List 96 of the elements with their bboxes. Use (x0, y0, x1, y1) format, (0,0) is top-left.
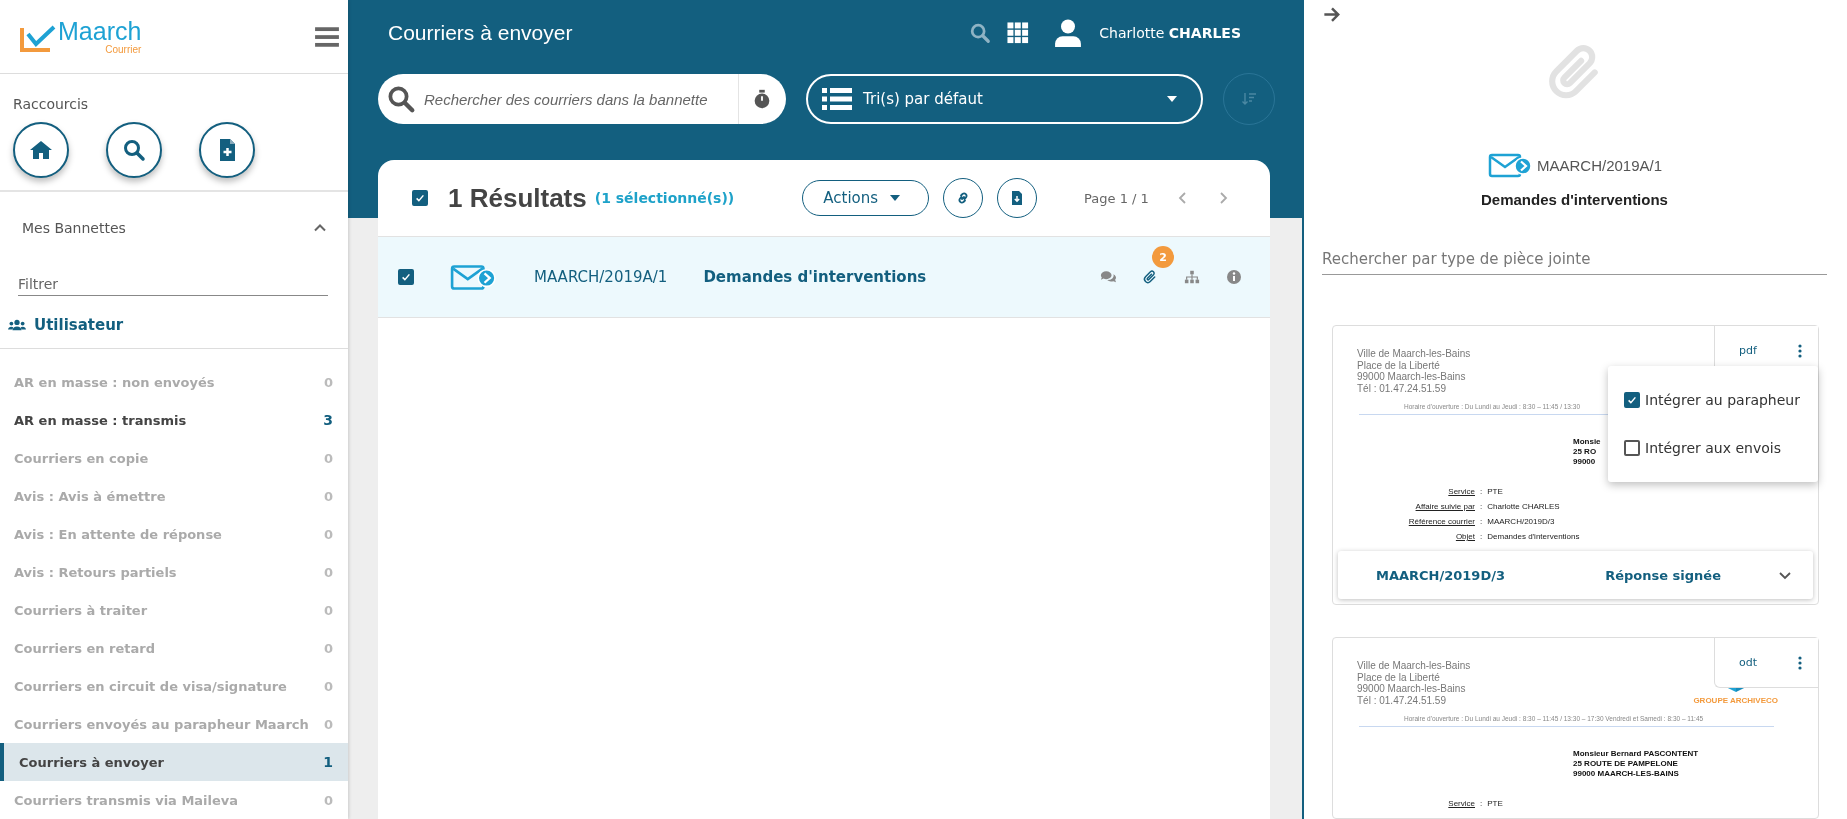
document-text: Objet (1454, 532, 1475, 541)
search-icon[interactable] (969, 22, 992, 44)
basket-count: 0 (323, 450, 333, 466)
basket-count: 0 (323, 564, 333, 580)
document-text: 99000 (1573, 457, 1596, 467)
document-text: : (1480, 502, 1483, 511)
basket-count: 3 (323, 412, 333, 428)
apps-grid-icon[interactable] (1007, 22, 1030, 44)
document-text: Place de la Liberté (1357, 359, 1441, 371)
hierarchy-icon[interactable] (1184, 269, 1200, 285)
section-title: Raccourcis (13, 96, 90, 112)
basket-count: 0 (323, 374, 333, 390)
logo-subtitle: Courrier (105, 44, 142, 55)
selection-count: (1 sélectionné(s)) (594, 190, 735, 206)
menu-option[interactable]: Intégrer aux envois (1608, 424, 1818, 472)
format-label: pdf (1739, 344, 1757, 357)
document-text: Référence courrier (1407, 517, 1475, 526)
menu-icon (314, 25, 340, 48)
search-icon (122, 138, 146, 162)
document-text: 25 RO (1573, 447, 1597, 457)
more-icon[interactable] (1798, 343, 1802, 358)
document-text: Monsieur Bernard PASCONTENT (1573, 749, 1699, 759)
document-text: MAARCH/2019D/3 (1487, 517, 1556, 526)
document-text: 99000 Maarch-les-Bains (1357, 683, 1467, 695)
document-text: Ville de Maarch-les-Bains (1357, 660, 1471, 672)
list-icon (822, 87, 852, 111)
home-button[interactable] (13, 122, 69, 178)
group-title: Utilisateur (34, 316, 124, 334)
baskets-toggle[interactable]: Mes Bannettes (0, 192, 348, 246)
caret-icon (1167, 96, 1177, 102)
sort-dropdown[interactable]: Tri(s) par défaut (806, 74, 1203, 124)
document-text: GROUPE ARCHIVECO (1693, 696, 1778, 705)
document-text: : (1480, 532, 1483, 541)
document-text: 99000 Maarch-les-Bains (1357, 371, 1467, 383)
select-all-checkbox[interactable] (412, 190, 428, 206)
document-text: Affaire suivie par (1414, 502, 1475, 511)
page-title: Courriers à envoyer (388, 21, 573, 45)
user-name[interactable]: Charlotte CHARLES (1099, 25, 1241, 41)
basket-count: 0 (323, 488, 333, 504)
checkbox[interactable] (1624, 440, 1640, 456)
document-text: 99000 MAARCH-LES-BAINS (1573, 769, 1679, 779)
reference-text: MAARCH/2019A/1 (1536, 156, 1663, 174)
home-icon (29, 138, 53, 162)
basket-item[interactable]: AR en masse : transmis 3 (0, 401, 348, 439)
subject-title: Demandes d'interventions (1481, 191, 1668, 208)
basket-count: 0 (323, 792, 333, 808)
attachment-info-bar[interactable]: MAARCH/2019D/3 Réponse signée (1338, 551, 1813, 599)
document-text: Ville de Maarch-les-Bains (1357, 348, 1471, 360)
search-icon (386, 84, 416, 114)
comments-icon[interactable] (1100, 269, 1116, 285)
document-text: Demandes d'interventions (1487, 532, 1581, 541)
subject-text: Demandes d'interventions (703, 268, 928, 286)
row-checkbox[interactable] (398, 269, 414, 285)
search-bar[interactable]: Rechercher des courriers dans la bannette (378, 74, 738, 124)
info-icon[interactable] (1226, 269, 1242, 285)
basket-item[interactable]: Courriers à envoyer 1 (0, 743, 348, 781)
results-count: 1 Résultats (448, 182, 587, 214)
page-indicator: Page 1 / 1 (1084, 190, 1149, 206)
format-label: odt (1739, 656, 1758, 669)
menu-button[interactable] (314, 24, 340, 49)
document-text: Monsie (1573, 437, 1601, 447)
document-text: Tél : 01.47.24.51.59 (1357, 382, 1447, 394)
reference-text: MAARCH/2019A/1 (534, 268, 668, 286)
document-text: Tél : 01.47.24.51.59 (1357, 694, 1447, 706)
document-text: Charlotte CHARLES (1487, 502, 1561, 511)
document-text: Service (1447, 799, 1475, 808)
checkbox[interactable] (1624, 392, 1640, 408)
logo-wordmark: Maarch (58, 18, 142, 44)
envelope-arrow-icon (1486, 151, 1533, 179)
basket-count: 0 (323, 602, 333, 618)
document-text: : (1480, 799, 1483, 808)
caret-icon (890, 195, 901, 201)
document-text: Service (1447, 487, 1475, 496)
document-text: PTE (1487, 799, 1504, 808)
logo-mark-icon (20, 24, 56, 54)
document-text: Place de la Liberté (1357, 671, 1441, 683)
document-text: PTE (1487, 487, 1504, 496)
basket-count: 0 (323, 526, 333, 542)
document-text: : (1480, 487, 1483, 496)
basket-count: 1 (323, 754, 333, 770)
search-button[interactable] (106, 122, 162, 178)
count-badge: 2 (1152, 246, 1174, 268)
basket-count: 0 (323, 716, 333, 732)
sort-icon (1241, 91, 1257, 107)
basket-count: 0 (323, 640, 333, 656)
more-icon[interactable] (1798, 655, 1802, 670)
document-text: : (1480, 517, 1483, 526)
timer-button[interactable] (738, 74, 786, 124)
user-icon[interactable] (1055, 19, 1082, 47)
result-row[interactable]: MAARCH/2019A/1 Demandes d'interventions 2 (378, 237, 1270, 318)
basket-count: 0 (323, 678, 333, 694)
envelope-arrow-icon (450, 262, 496, 292)
users-icon (8, 319, 26, 331)
document-text: 25 ROUTE DE PAMPELONE (1573, 759, 1678, 769)
new-document-button[interactable] (199, 122, 255, 178)
paperclip-icon[interactable] (1142, 269, 1158, 285)
